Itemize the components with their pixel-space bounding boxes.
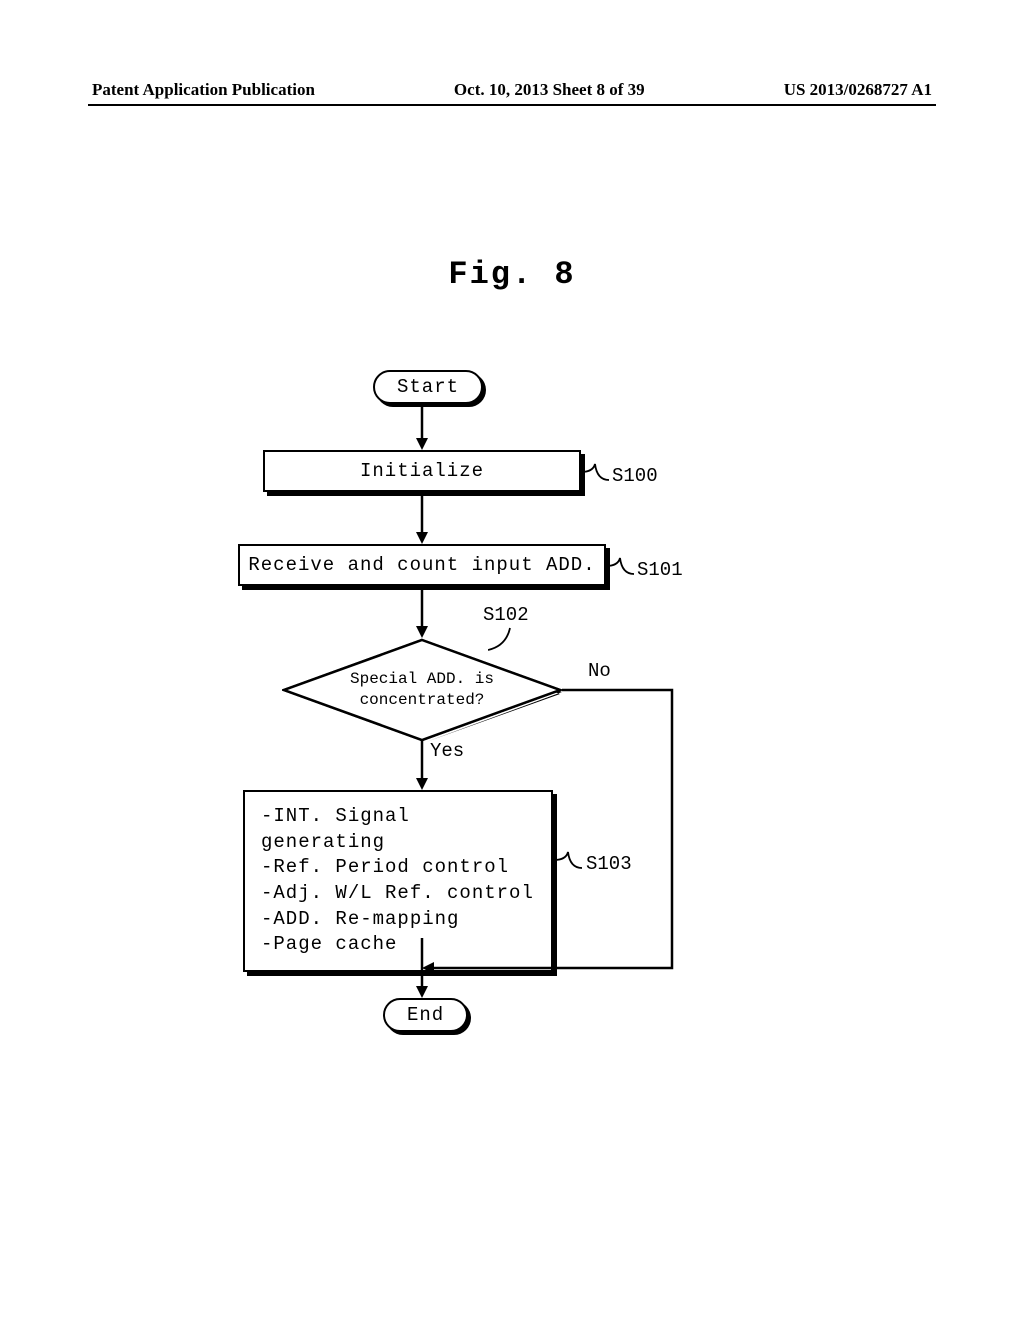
- header-center: Oct. 10, 2013 Sheet 8 of 39: [454, 80, 645, 100]
- s102-connector-curve: [488, 626, 530, 654]
- arrow-s101-s102: [412, 588, 432, 638]
- start-text: Start: [397, 376, 459, 398]
- flowchart: Start Initialize S100 Receive and count …: [88, 370, 936, 1090]
- s102-line1: Special ADD. is: [350, 670, 494, 688]
- end-node: End: [383, 998, 468, 1032]
- arrow-s100-s101: [412, 494, 432, 544]
- no-path: [422, 688, 682, 978]
- page-header: Patent Application Publication Oct. 10, …: [88, 80, 936, 106]
- header-left: Patent Application Publication: [92, 80, 315, 100]
- s101-node: Receive and count input ADD.: [238, 544, 606, 586]
- header-right: US 2013/0268727 A1: [784, 80, 932, 100]
- s100-node: Initialize: [263, 450, 581, 492]
- arrow-start-s100: [412, 406, 432, 450]
- s100-label: S100: [612, 465, 658, 487]
- s100-connector-curve: [581, 460, 611, 484]
- s100-text: Initialize: [360, 460, 484, 482]
- start-node: Start: [373, 370, 483, 404]
- s101-text: Receive and count input ADD.: [248, 554, 595, 576]
- s101-label: S101: [637, 559, 683, 581]
- no-label: No: [588, 660, 611, 682]
- s102-label: S102: [483, 604, 529, 626]
- figure-title: Fig. 8: [88, 256, 936, 293]
- s101-connector-curve: [606, 554, 636, 578]
- end-text: End: [407, 1004, 444, 1026]
